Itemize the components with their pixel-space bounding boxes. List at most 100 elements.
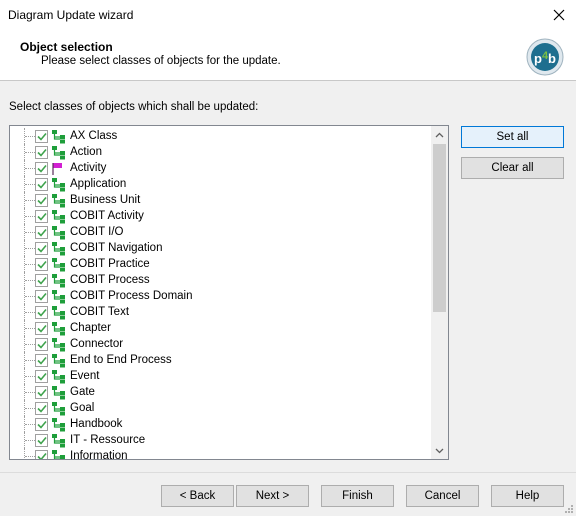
- tree-item[interactable]: IT - Ressource: [10, 432, 432, 448]
- tree-item[interactable]: COBIT Process Domain: [10, 288, 432, 304]
- close-button[interactable]: [542, 0, 576, 30]
- cancel-button[interactable]: Cancel: [406, 485, 479, 507]
- item-checkbox[interactable]: [35, 418, 48, 431]
- resize-grip-icon[interactable]: [562, 502, 574, 514]
- tree-branch-line: [25, 328, 35, 329]
- tree-item[interactable]: End to End Process: [10, 352, 432, 368]
- green-hierarchy-icon: [51, 353, 66, 368]
- item-checkbox[interactable]: [35, 210, 48, 223]
- tree-item[interactable]: Information: [10, 448, 432, 459]
- green-hierarchy-icon: [51, 177, 66, 192]
- tree-item[interactable]: Application: [10, 176, 432, 192]
- tree-item[interactable]: AX Class: [10, 128, 432, 144]
- object-class-tree[interactable]: AX Class Action Activity Application Busines…: [9, 125, 449, 460]
- green-hierarchy-icon: [51, 257, 66, 272]
- green-hierarchy-icon: [51, 273, 66, 288]
- green-hierarchy-icon: [51, 337, 66, 352]
- item-checkbox[interactable]: [35, 434, 48, 447]
- finish-button[interactable]: Finish: [321, 485, 394, 507]
- scroll-thumb[interactable]: [433, 144, 446, 312]
- green-hierarchy-icon: [51, 129, 66, 144]
- next-button[interactable]: Next >: [236, 485, 309, 507]
- page-title: Object selection: [20, 40, 113, 54]
- item-checkbox[interactable]: [35, 258, 48, 271]
- tree-item[interactable]: Gate: [10, 384, 432, 400]
- tree-item-label: Activity: [70, 162, 107, 174]
- item-checkbox[interactable]: [35, 162, 48, 175]
- tree-item[interactable]: COBIT Process: [10, 272, 432, 288]
- tree-item[interactable]: COBIT I/O: [10, 224, 432, 240]
- checkmark-icon: [36, 132, 47, 141]
- tree-item[interactable]: COBIT Navigation: [10, 240, 432, 256]
- item-checkbox[interactable]: [35, 386, 48, 399]
- green-hierarchy-icon: [51, 321, 66, 336]
- chevron-up-icon: [435, 132, 444, 137]
- green-hierarchy-icon: [51, 225, 66, 240]
- item-checkbox[interactable]: [35, 290, 48, 303]
- close-icon: [553, 9, 565, 21]
- tree-branch-line: [25, 376, 35, 377]
- tree-item[interactable]: Event: [10, 368, 432, 384]
- tree-item[interactable]: COBIT Practice: [10, 256, 432, 272]
- item-checkbox[interactable]: [35, 306, 48, 319]
- tree-item[interactable]: Action: [10, 144, 432, 160]
- tree-item[interactable]: COBIT Activity: [10, 208, 432, 224]
- green-hierarchy-icon: [51, 401, 66, 416]
- tree-item-label: Goal: [70, 402, 95, 414]
- item-checkbox[interactable]: [35, 178, 48, 191]
- checkmark-icon: [36, 452, 47, 459]
- item-checkbox[interactable]: [35, 322, 48, 335]
- checkmark-icon: [36, 276, 47, 285]
- tree-item-label: Gate: [70, 386, 95, 398]
- checkmark-icon: [36, 196, 47, 205]
- tree-item[interactable]: Goal: [10, 400, 432, 416]
- tree-item-label: Business Unit: [70, 194, 141, 206]
- tree-item[interactable]: Activity: [10, 160, 432, 176]
- checkmark-icon: [36, 292, 47, 301]
- green-hierarchy-icon: [51, 385, 66, 400]
- item-checkbox[interactable]: [35, 194, 48, 207]
- title-bar: Diagram Update wizard: [0, 0, 576, 30]
- vertical-scrollbar[interactable]: [431, 126, 448, 459]
- checkmark-icon: [36, 148, 47, 157]
- checkmark-icon: [36, 388, 47, 397]
- set-all-button[interactable]: Set all: [461, 126, 564, 148]
- green-hierarchy-icon: [51, 369, 66, 384]
- green-hierarchy-icon: [51, 305, 66, 320]
- back-button[interactable]: < Back: [161, 485, 234, 507]
- help-button[interactable]: Help: [491, 485, 564, 507]
- item-checkbox[interactable]: [35, 338, 48, 351]
- tree-connector-line: [24, 448, 25, 459]
- item-checkbox[interactable]: [35, 242, 48, 255]
- tree-item[interactable]: COBIT Text: [10, 304, 432, 320]
- scroll-up-button[interactable]: [431, 126, 448, 143]
- clear-all-button[interactable]: Clear all: [461, 157, 564, 179]
- item-checkbox[interactable]: [35, 146, 48, 159]
- tree-item-label: Information: [70, 450, 128, 459]
- item-checkbox[interactable]: [35, 130, 48, 143]
- tree-item-label: COBIT Navigation: [70, 242, 163, 254]
- item-checkbox[interactable]: [35, 354, 48, 367]
- tree-branch-line: [25, 392, 35, 393]
- tree-item[interactable]: Business Unit: [10, 192, 432, 208]
- tree-branch-line: [25, 136, 35, 137]
- tree-item-label: Action: [70, 146, 102, 158]
- tree-branch-line: [25, 424, 35, 425]
- tree-item-label: AX Class: [70, 130, 118, 142]
- green-hierarchy-icon: [51, 241, 66, 256]
- magenta-flag-icon: [51, 161, 66, 176]
- item-checkbox[interactable]: [35, 402, 48, 415]
- item-checkbox[interactable]: [35, 370, 48, 383]
- item-checkbox[interactable]: [35, 450, 48, 459]
- tree-item[interactable]: Connector: [10, 336, 432, 352]
- tree-item[interactable]: Handbook: [10, 416, 432, 432]
- tree-item-label: COBIT Text: [70, 306, 130, 318]
- tree-branch-line: [25, 200, 35, 201]
- item-checkbox[interactable]: [35, 274, 48, 287]
- tree-branch-line: [25, 168, 35, 169]
- item-checkbox[interactable]: [35, 226, 48, 239]
- tree-item[interactable]: Chapter: [10, 320, 432, 336]
- scroll-down-button[interactable]: [431, 442, 448, 459]
- tree-item-label: End to End Process: [70, 354, 172, 366]
- chevron-down-icon: [435, 448, 444, 453]
